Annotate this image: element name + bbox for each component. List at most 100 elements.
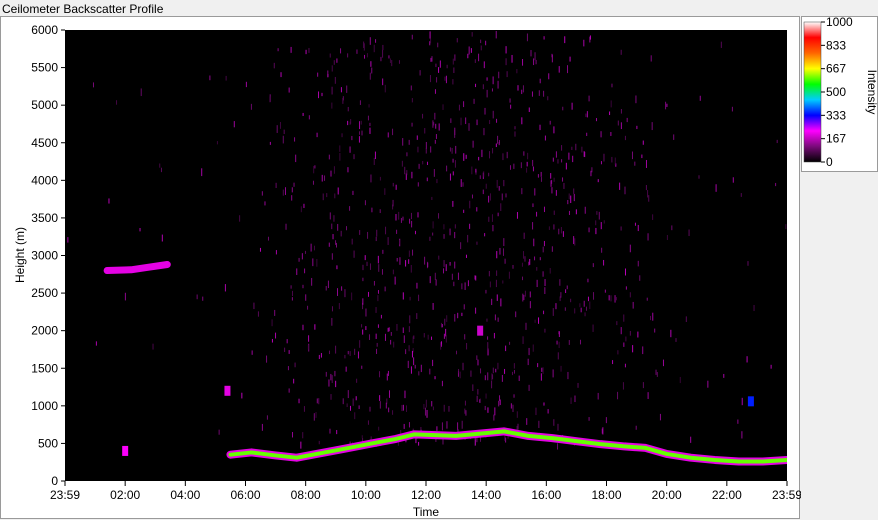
noise-speck bbox=[532, 344, 534, 352]
noise-speck bbox=[387, 132, 389, 138]
noise-speck bbox=[431, 401, 433, 407]
noise-speck bbox=[416, 313, 418, 320]
noise-speck bbox=[482, 189, 484, 195]
noise-speck bbox=[454, 231, 456, 239]
noise-speck bbox=[334, 370, 336, 377]
noise-speck bbox=[560, 365, 562, 372]
noise-speck bbox=[502, 248, 504, 256]
noise-speck bbox=[335, 240, 337, 245]
noise-speck bbox=[290, 285, 292, 289]
noise-speck bbox=[623, 342, 625, 347]
noise-speck bbox=[506, 71, 508, 78]
noise-speck bbox=[485, 393, 487, 399]
noise-speck bbox=[387, 370, 389, 376]
noise-speck bbox=[512, 264, 514, 269]
noise-speck bbox=[340, 230, 342, 237]
noise-speck bbox=[359, 121, 361, 130]
noise-speck bbox=[436, 426, 438, 431]
noise-speck bbox=[480, 39, 482, 44]
noise-speck bbox=[608, 295, 610, 301]
noise-speck bbox=[532, 159, 534, 167]
noise-speck bbox=[588, 227, 590, 233]
noise-speck bbox=[505, 193, 507, 198]
noise-speck bbox=[567, 199, 569, 205]
noise-speck bbox=[367, 291, 369, 297]
noise-speck bbox=[159, 163, 161, 168]
noise-speck bbox=[500, 298, 502, 307]
noise-speck bbox=[288, 87, 290, 93]
noise-speck bbox=[411, 122, 413, 127]
noise-speck bbox=[427, 262, 429, 268]
noise-speck bbox=[275, 182, 277, 189]
noise-speck bbox=[376, 229, 378, 237]
noise-speck bbox=[443, 333, 445, 339]
noise-speck bbox=[435, 63, 437, 68]
noise-speck bbox=[479, 175, 481, 179]
noise-speck bbox=[410, 264, 412, 273]
y-tick-label: 2500 bbox=[31, 286, 58, 300]
noise-speck bbox=[328, 154, 330, 160]
noise-speck bbox=[392, 269, 394, 275]
noise-speck bbox=[515, 311, 517, 318]
noise-speck bbox=[336, 430, 338, 435]
noise-speck bbox=[620, 49, 622, 55]
noise-speck bbox=[449, 261, 451, 266]
noise-speck bbox=[610, 295, 612, 302]
noise-speck bbox=[406, 170, 408, 176]
noise-speck bbox=[505, 345, 507, 352]
noise-speck bbox=[308, 47, 310, 53]
noise-speck bbox=[528, 107, 530, 112]
noise-speck bbox=[698, 175, 700, 179]
noise-speck bbox=[375, 39, 377, 43]
noise-speck bbox=[273, 62, 275, 69]
noise-speck bbox=[542, 271, 544, 277]
noise-speck bbox=[564, 36, 566, 44]
noise-speck bbox=[295, 154, 297, 163]
noise-speck bbox=[476, 241, 478, 245]
noise-speck bbox=[456, 350, 458, 355]
noise-speck bbox=[313, 413, 315, 421]
noise-speck bbox=[351, 238, 353, 245]
noise-speck bbox=[316, 259, 318, 267]
noise-speck bbox=[333, 215, 335, 222]
noise-speck bbox=[553, 177, 555, 182]
noise-speck bbox=[326, 193, 328, 198]
noise-speck bbox=[302, 432, 304, 439]
noise-speck bbox=[430, 57, 432, 62]
noise-speck bbox=[495, 368, 497, 373]
noise-speck bbox=[353, 154, 355, 160]
noise-speck bbox=[358, 131, 360, 135]
noise-speck bbox=[588, 95, 590, 102]
noise-speck bbox=[579, 303, 581, 308]
noise-speck bbox=[457, 272, 459, 280]
noise-speck bbox=[413, 357, 415, 366]
noise-speck bbox=[513, 163, 515, 169]
noise-speck bbox=[451, 147, 453, 154]
noise-speck bbox=[392, 410, 394, 415]
noise-speck bbox=[389, 58, 391, 63]
noise-speck bbox=[116, 100, 118, 105]
noise-speck bbox=[395, 214, 397, 221]
noise-speck bbox=[379, 176, 381, 181]
y-tick-label: 500 bbox=[38, 436, 58, 450]
noise-speck bbox=[239, 215, 241, 222]
noise-speck bbox=[574, 238, 576, 246]
noise-speck bbox=[426, 409, 428, 418]
noise-speck bbox=[535, 59, 537, 65]
noise-speck bbox=[571, 102, 573, 110]
noise-speck bbox=[420, 364, 422, 373]
noise-speck bbox=[457, 312, 459, 319]
noise-speck bbox=[441, 422, 443, 431]
noise-speck bbox=[140, 88, 142, 97]
noise-speck bbox=[543, 90, 545, 97]
noise-speck bbox=[622, 382, 624, 390]
noise-speck bbox=[776, 139, 778, 144]
noise-speck bbox=[526, 161, 528, 167]
noise-speck bbox=[284, 187, 286, 195]
noise-speck bbox=[308, 115, 310, 120]
noise-speck bbox=[434, 112, 436, 120]
noise-speck bbox=[369, 406, 371, 412]
noise-speck bbox=[732, 177, 734, 183]
noise-speck bbox=[375, 307, 377, 313]
noise-speck bbox=[514, 131, 516, 137]
